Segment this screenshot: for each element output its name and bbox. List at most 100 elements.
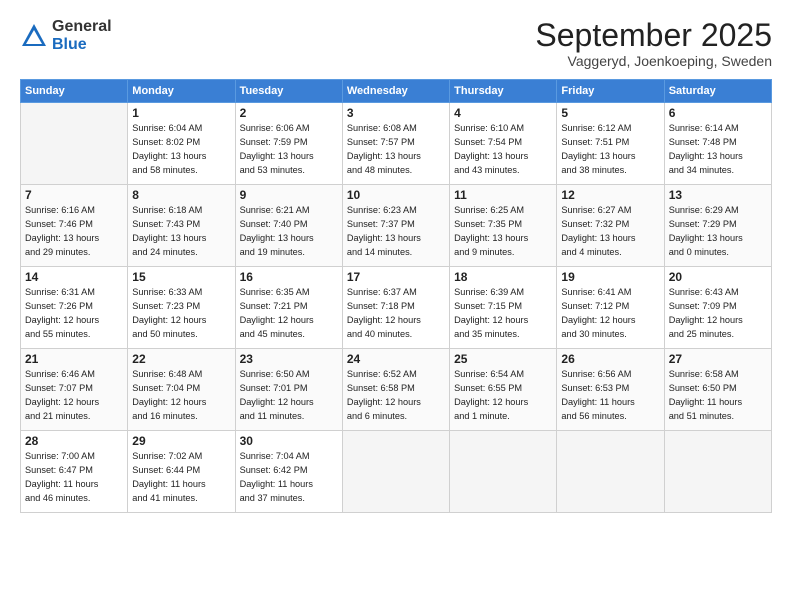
info-line: Sunrise: 6:33 AM xyxy=(132,286,230,300)
day-number: 10 xyxy=(347,188,445,202)
info-line: and 35 minutes. xyxy=(454,328,552,342)
info-line: Sunrise: 6:27 AM xyxy=(561,204,659,218)
day-number: 17 xyxy=(347,270,445,284)
day-number: 14 xyxy=(25,270,123,284)
info-line: Sunrise: 6:56 AM xyxy=(561,368,659,382)
info-line: and 24 minutes. xyxy=(132,246,230,260)
info-line: Sunset: 6:50 PM xyxy=(669,382,767,396)
day-number: 4 xyxy=(454,106,552,120)
day-info: Sunrise: 7:02 AMSunset: 6:44 PMDaylight:… xyxy=(132,450,230,505)
day-number: 27 xyxy=(669,352,767,366)
calendar-cell xyxy=(557,431,664,513)
info-line: Sunset: 6:44 PM xyxy=(132,464,230,478)
info-line: Sunrise: 6:16 AM xyxy=(25,204,123,218)
info-line: Daylight: 13 hours xyxy=(240,232,338,246)
info-line: and 34 minutes. xyxy=(669,164,767,178)
day-info: Sunrise: 6:16 AMSunset: 7:46 PMDaylight:… xyxy=(25,204,123,259)
header: General Blue September 2025 Vaggeryd, Jo… xyxy=(20,18,772,69)
info-line: Daylight: 12 hours xyxy=(240,314,338,328)
info-line: Sunrise: 6:43 AM xyxy=(669,286,767,300)
info-line: Sunset: 7:35 PM xyxy=(454,218,552,232)
day-info: Sunrise: 6:35 AMSunset: 7:21 PMDaylight:… xyxy=(240,286,338,341)
day-number: 3 xyxy=(347,106,445,120)
calendar-cell: 8Sunrise: 6:18 AMSunset: 7:43 PMDaylight… xyxy=(128,185,235,267)
page: General Blue September 2025 Vaggeryd, Jo… xyxy=(0,0,792,612)
calendar-cell xyxy=(21,103,128,185)
calendar-cell: 9 Sunrise: 6:21 AMSunset: 7:40 PMDaylight… xyxy=(235,185,342,267)
info-line: Daylight: 11 hours xyxy=(240,478,338,492)
calendar-cell: 28Sunrise: 7:00 AMSunset: 6:47 PMDayligh… xyxy=(21,431,128,513)
info-line: Daylight: 12 hours xyxy=(347,396,445,410)
col-thursday: Thursday xyxy=(450,80,557,103)
day-number: 8 xyxy=(132,188,230,202)
info-line: Daylight: 13 hours xyxy=(669,232,767,246)
week-row-0: 1Sunrise: 6:04 AMSunset: 8:02 PMDaylight… xyxy=(21,103,772,185)
calendar-cell: 18Sunrise: 6:39 AMSunset: 7:15 PMDayligh… xyxy=(450,267,557,349)
calendar-cell: 13Sunrise: 6:29 AMSunset: 7:29 PMDayligh… xyxy=(664,185,771,267)
info-line: Sunset: 7:29 PM xyxy=(669,218,767,232)
calendar-cell: 22Sunrise: 6:48 AMSunset: 7:04 PMDayligh… xyxy=(128,349,235,431)
info-line: Sunset: 7:18 PM xyxy=(347,300,445,314)
info-line: Daylight: 13 hours xyxy=(454,150,552,164)
day-info: Sunrise: 6:33 AMSunset: 7:23 PMDaylight:… xyxy=(132,286,230,341)
col-wednesday: Wednesday xyxy=(342,80,449,103)
location-title: Vaggeryd, Joenkoeping, Sweden xyxy=(535,53,772,69)
info-line: and 19 minutes. xyxy=(240,246,338,260)
calendar-cell: 17Sunrise: 6:37 AMSunset: 7:18 PMDayligh… xyxy=(342,267,449,349)
day-info: Sunrise: 7:04 AMSunset: 6:42 PMDaylight:… xyxy=(240,450,338,505)
info-line: and 58 minutes. xyxy=(132,164,230,178)
info-line: Sunrise: 6:50 AM xyxy=(240,368,338,382)
info-line: Daylight: 13 hours xyxy=(669,150,767,164)
info-line: Sunrise: 6:31 AM xyxy=(25,286,123,300)
info-line: Sunrise: 6:37 AM xyxy=(347,286,445,300)
info-line: Sunrise: 6:52 AM xyxy=(347,368,445,382)
info-line: Sunrise: 6:41 AM xyxy=(561,286,659,300)
day-number: 9 xyxy=(240,188,338,202)
col-sunday: Sunday xyxy=(21,80,128,103)
info-line: Sunrise: 6:10 AM xyxy=(454,122,552,136)
day-number: 20 xyxy=(669,270,767,284)
info-line: Daylight: 12 hours xyxy=(454,314,552,328)
title-block: September 2025 Vaggeryd, Joenkoeping, Sw… xyxy=(535,18,772,69)
day-number: 24 xyxy=(347,352,445,366)
week-row-4: 28Sunrise: 7:00 AMSunset: 6:47 PMDayligh… xyxy=(21,431,772,513)
col-saturday: Saturday xyxy=(664,80,771,103)
day-info: Sunrise: 6:58 AMSunset: 6:50 PMDaylight:… xyxy=(669,368,767,423)
day-number: 29 xyxy=(132,434,230,448)
info-line: Daylight: 13 hours xyxy=(240,150,338,164)
day-info: Sunrise: 6:39 AMSunset: 7:15 PMDaylight:… xyxy=(454,286,552,341)
calendar-table: Sunday Monday Tuesday Wednesday Thursday… xyxy=(20,79,772,513)
info-line: Sunrise: 6:12 AM xyxy=(561,122,659,136)
info-line: Sunrise: 6:14 AM xyxy=(669,122,767,136)
day-info: Sunrise: 6:41 AMSunset: 7:12 PMDaylight:… xyxy=(561,286,659,341)
info-line: Sunset: 7:07 PM xyxy=(25,382,123,396)
day-info: Sunrise: 6:56 AMSunset: 6:53 PMDaylight:… xyxy=(561,368,659,423)
info-line: Sunset: 7:40 PM xyxy=(240,218,338,232)
calendar-cell: 19Sunrise: 6:41 AMSunset: 7:12 PMDayligh… xyxy=(557,267,664,349)
day-number: 25 xyxy=(454,352,552,366)
logo: General Blue xyxy=(20,18,112,53)
info-line: Sunrise: 6:46 AM xyxy=(25,368,123,382)
info-line: Sunrise: 6:35 AM xyxy=(240,286,338,300)
info-line: and 30 minutes. xyxy=(561,328,659,342)
info-line: and 29 minutes. xyxy=(25,246,123,260)
day-info: Sunrise: 6:54 AMSunset: 6:55 PMDaylight:… xyxy=(454,368,552,423)
info-line: Sunset: 7:04 PM xyxy=(132,382,230,396)
info-line: Daylight: 12 hours xyxy=(669,314,767,328)
info-line: Sunset: 7:21 PM xyxy=(240,300,338,314)
info-line: Sunrise: 6:18 AM xyxy=(132,204,230,218)
info-line: Sunrise: 6:06 AM xyxy=(240,122,338,136)
info-line: Sunrise: 6:08 AM xyxy=(347,122,445,136)
week-row-2: 14Sunrise: 6:31 AMSunset: 7:26 PMDayligh… xyxy=(21,267,772,349)
info-line: Daylight: 12 hours xyxy=(132,396,230,410)
day-number: 12 xyxy=(561,188,659,202)
day-info: Sunrise: 6:25 AMSunset: 7:35 PMDaylight:… xyxy=(454,204,552,259)
info-line: and 40 minutes. xyxy=(347,328,445,342)
info-line: and 1 minute. xyxy=(454,410,552,424)
info-line: Sunrise: 6:21 AM xyxy=(240,204,338,218)
info-line: Sunset: 6:47 PM xyxy=(25,464,123,478)
info-line: Sunrise: 6:23 AM xyxy=(347,204,445,218)
info-line: Sunset: 7:59 PM xyxy=(240,136,338,150)
day-number: 30 xyxy=(240,434,338,448)
info-line: Sunset: 6:55 PM xyxy=(454,382,552,396)
